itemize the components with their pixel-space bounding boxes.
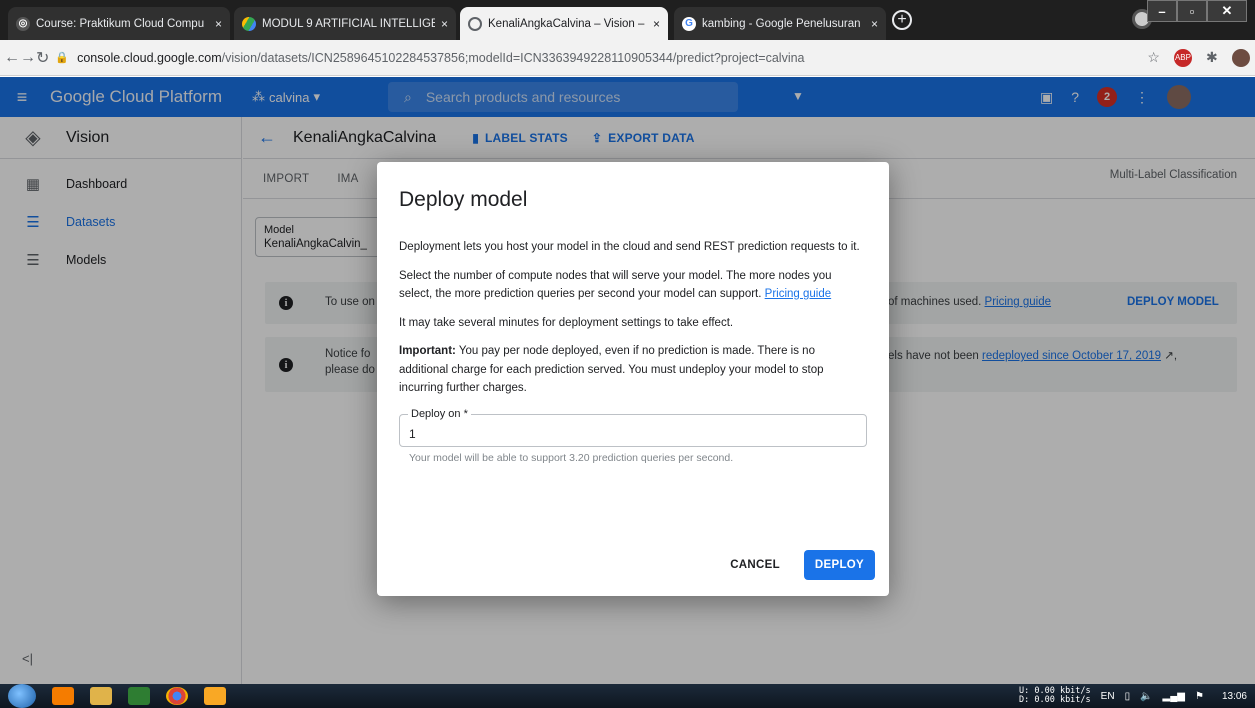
browser-tab-vision[interactable]: KenaliAngkaCalvina – Vision – ca × — [460, 7, 668, 40]
dialog-title: Deploy model — [399, 188, 528, 211]
dialog-paragraph-4: Important: You pay per node deployed, ev… — [399, 342, 867, 398]
cancel-button[interactable]: CANCEL — [720, 551, 790, 579]
app-icon[interactable] — [128, 687, 150, 705]
tab-title: Course: Praktikum Cloud Compu — [36, 17, 205, 30]
pricing-guide-link[interactable]: Pricing guide — [765, 288, 831, 300]
google-icon: G — [682, 16, 696, 31]
system-tray: U: 0.00 kbit/s D: 0.00 kbit/s EN ▯ 🔈 ▂▄▆… — [1019, 684, 1247, 708]
important-label: Important: — [399, 345, 456, 357]
new-tab-button[interactable]: + — [892, 10, 912, 30]
chrome-icon[interactable] — [166, 687, 188, 705]
tab-close-icon[interactable]: × — [653, 17, 660, 31]
browser-tabstrip: ◎ Course: Praktikum Cloud Compu × MODUL … — [0, 0, 1255, 40]
warning-icon[interactable] — [204, 687, 226, 705]
browser-tab-course[interactable]: ◎ Course: Praktikum Cloud Compu × — [8, 7, 230, 40]
back-arrow-icon[interactable]: ← — [4, 49, 20, 67]
network-speed: U: 0.00 kbit/s D: 0.00 kbit/s — [1019, 687, 1091, 705]
url-path: /vision/datasets/ICN2589645102284537856;… — [221, 50, 805, 65]
dialog-paragraph-2: Select the number of compute nodes that … — [399, 267, 867, 304]
dialog-paragraph-4-text: You pay per node deployed, even if no pr… — [399, 345, 824, 394]
tab-title: KenaliAngkaCalvina – Vision – ca — [488, 17, 647, 30]
battery-icon[interactable]: ▯ — [1125, 691, 1131, 702]
adblock-extension-icon[interactable]: ABP — [1173, 48, 1192, 67]
net-down-value: 0.00 kbit/s — [1034, 695, 1091, 705]
lock-icon: 🔒 — [55, 52, 70, 64]
maximize-button[interactable]: ▫ — [1177, 0, 1207, 22]
deploy-on-label: Deploy on * — [408, 407, 471, 420]
deploy-on-value: 1 — [409, 426, 416, 441]
profile-avatar[interactable] — [1231, 48, 1250, 67]
window-controls: – ▫ ✕ — [1147, 0, 1247, 22]
browser-tab-search[interactable]: G kambing - Google Penelusuran × — [674, 7, 886, 40]
reload-icon[interactable]: ↻ — [36, 48, 49, 68]
tab-title: MODUL 9 ARTIFICIAL INTELLIGEN — [262, 17, 435, 30]
file-explorer-icon[interactable] — [90, 687, 112, 705]
dialog-paragraph-1: Deployment lets you host your model in t… — [399, 241, 860, 253]
close-window-button[interactable]: ✕ — [1207, 0, 1247, 22]
signal-icon[interactable]: ▂▄▆ — [1163, 691, 1185, 702]
qps-hint: Your model will be able to support 3.20 … — [409, 451, 734, 464]
windows-taskbar: U: 0.00 kbit/s D: 0.00 kbit/s EN ▯ 🔈 ▂▄▆… — [0, 684, 1255, 708]
drive-icon — [242, 16, 256, 31]
tab-close-icon[interactable]: × — [215, 17, 222, 31]
forward-arrow-icon[interactable]: → — [20, 49, 36, 67]
language-indicator[interactable]: EN — [1101, 691, 1115, 702]
media-player-icon[interactable] — [52, 687, 74, 705]
deploy-button[interactable]: DEPLOY — [803, 550, 875, 580]
tab-title: kambing - Google Penelusuran — [702, 17, 861, 30]
dialog-paragraph-3: It may take several minutes for deployme… — [399, 316, 734, 329]
volume-icon[interactable]: 🔈 — [1140, 691, 1152, 702]
deploy-on-nodes-input[interactable]: Deploy on * 1 — [399, 407, 867, 447]
tab-close-icon[interactable]: × — [441, 17, 448, 31]
flag-icon[interactable]: ⚑ — [1195, 691, 1204, 702]
clock[interactable]: 13:06 — [1222, 691, 1247, 702]
extensions-puzzle-icon[interactable]: ✱ — [1206, 49, 1218, 66]
browser-tab-modul[interactable]: MODUL 9 ARTIFICIAL INTELLIGEN × — [234, 7, 456, 40]
tab-close-icon[interactable]: × — [871, 17, 878, 31]
url-field[interactable]: 🔒 console.cloud.google.com /vision/datas… — [55, 45, 1135, 71]
star-icon[interactable]: ☆ — [1147, 49, 1160, 66]
start-button[interactable] — [8, 684, 36, 708]
minimize-button[interactable]: – — [1147, 0, 1177, 22]
url-host: console.cloud.google.com — [77, 50, 222, 65]
gcp-icon — [468, 16, 482, 31]
address-bar: ← → ↻ 🔒 console.cloud.google.com /vision… — [0, 40, 1255, 76]
deploy-model-dialog: Deploy model Deployment lets you host yo… — [377, 162, 889, 596]
net-down-label: D: — [1018, 695, 1030, 705]
moodle-icon: ◎ — [16, 16, 30, 31]
